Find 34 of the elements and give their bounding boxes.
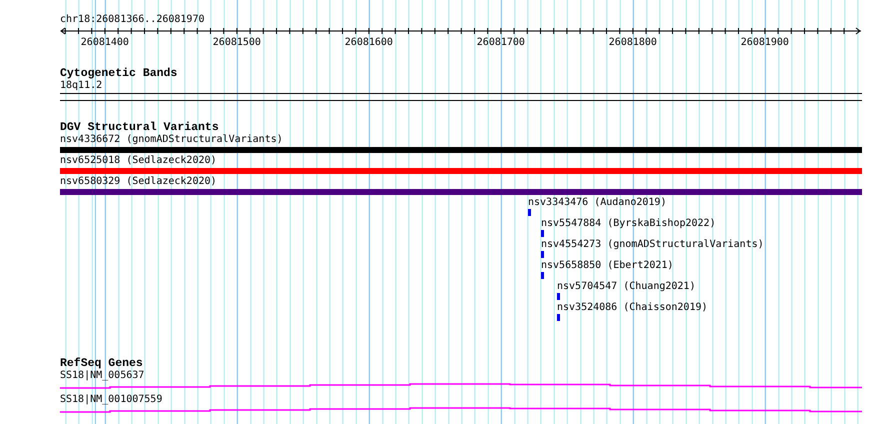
tick-label: 26081400 [80,37,129,48]
variant-mark[interactable] [557,293,560,300]
variant-label: nsv3524086 (Chaisson2019) [556,302,709,314]
variant-label: nsv4336672 (gnomADStructuralVariants) [60,134,284,146]
tick-label: 26081800 [608,37,657,48]
variant-mark[interactable] [541,230,544,237]
gene-line[interactable] [60,407,862,413]
variant-label: nsv4554273 (gnomADStructuralVariants) [540,239,765,251]
gene-label: SS18|NM_005637 [60,370,146,382]
track-title: Cytogenetic Bands [60,68,178,80]
track-title: DGV Structural Variants [60,122,220,134]
cytoband[interactable] [60,93,862,101]
variant-label: nsv5704547 (Chuang2021) [556,281,696,293]
variant-bar[interactable] [60,147,862,153]
variant-mark[interactable] [528,209,531,216]
variant-label: nsv5658850 (Ebert2021) [540,260,674,272]
tick-label: 26081700 [476,37,525,48]
variant-bar[interactable] [60,189,862,195]
variant-mark[interactable] [541,272,544,279]
tick-label: 26081500 [212,37,261,48]
variant-bar[interactable] [60,168,862,174]
tick-label: 26081900 [740,37,789,48]
variant-label: nsv6580329 (Sedlazeck2020) [60,176,218,188]
variant-label: nsv5547884 (ByrskaBishop2022) [540,218,717,230]
variant-mark[interactable] [557,314,560,321]
track-title: RefSeq Genes [60,358,144,370]
variant-label: nsv3343476 (Audano2019) [527,197,668,209]
gene-label: SS18|NM_001007559 [60,394,164,406]
gene-line[interactable] [60,383,862,389]
tick-label: 26081600 [344,37,393,48]
variant-label: nsv6525018 (Sedlazeck2020) [60,155,218,167]
variant-mark[interactable] [541,251,544,258]
band-label: 18q11.2 [60,80,104,92]
location-label: chr18:26081366..26081970 [60,14,206,26]
